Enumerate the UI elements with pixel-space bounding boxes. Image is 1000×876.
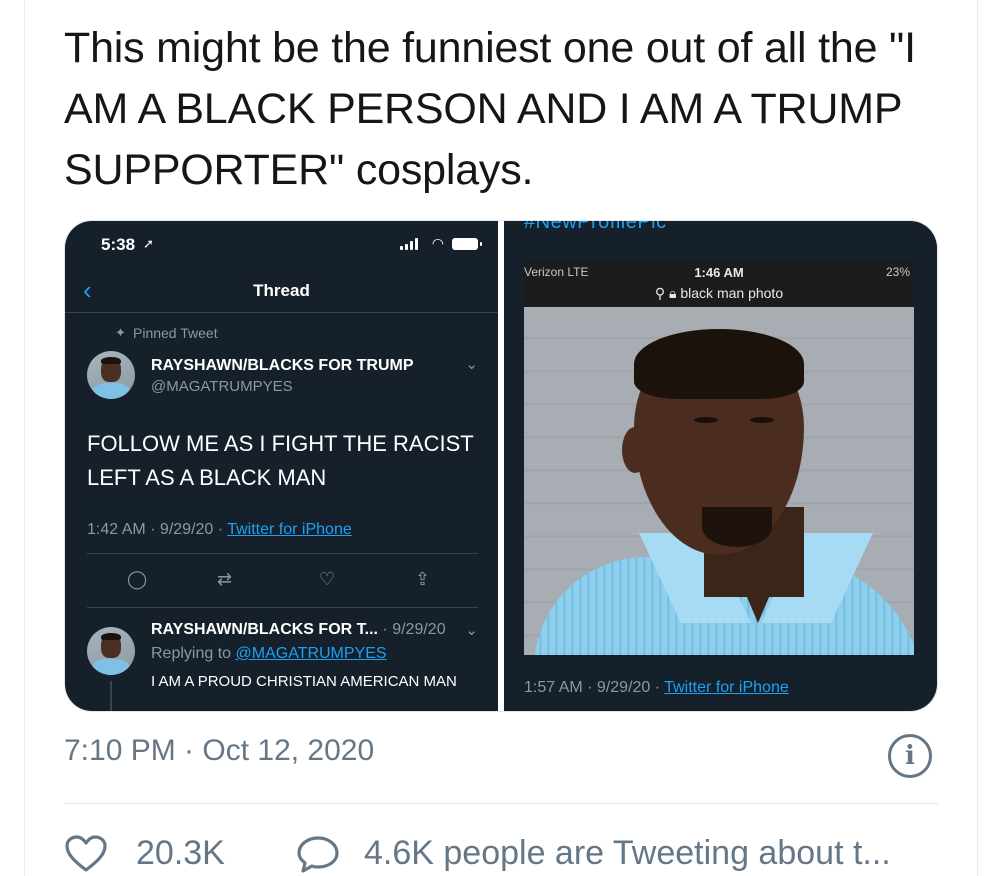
search-icon: ⚲ bbox=[654, 285, 666, 301]
replying-to-label: Replying to bbox=[151, 645, 236, 662]
url-text: black man photo bbox=[680, 285, 784, 301]
tweet-text: This might be the funniest one out of al… bbox=[64, 24, 916, 194]
like-count[interactable]: 20.3K bbox=[136, 834, 225, 873]
pinned-tweet-body: FOLLOW ME AS I FIGHT THE RACIST LEFT AS … bbox=[87, 431, 474, 490]
tweet-meta-time: 1:57 AM · 9/29/20 · bbox=[524, 679, 665, 696]
like-heart-icon[interactable]: ♡ bbox=[319, 569, 335, 590]
replying-to-handle[interactable]: @MAGATRUMPYES bbox=[236, 645, 387, 662]
phone-status-bar: Verizon LTE 1:46 AM 23% ⚲ 🔒︎ black man p… bbox=[524, 261, 914, 307]
battery-icon bbox=[452, 238, 482, 250]
signal-icon bbox=[400, 238, 422, 250]
phone-time: 1:46 AM bbox=[694, 265, 744, 280]
search-url: ⚲ 🔒︎ black man photo bbox=[524, 285, 914, 302]
replying-to: Replying to @MAGATRUMPYES bbox=[151, 645, 387, 663]
tweet-media[interactable]: 5:38 ➚ ◠ ‹ Thread ✦ Pinned Tweet RAYSHAW… bbox=[64, 220, 938, 712]
tweet-timestamp[interactable]: 7:10 PM · Oct 12, 2020 bbox=[64, 734, 374, 768]
nav-title: Thread bbox=[253, 281, 310, 300]
reply-body: I AM A PROUD CHRISTIAN AMERICAN MAN bbox=[151, 673, 457, 690]
reply-icon[interactable]: ◯ bbox=[127, 569, 147, 590]
retweet-icon[interactable]: ⇄ bbox=[217, 569, 232, 590]
wifi-icon: ◠ bbox=[431, 235, 444, 251]
divider bbox=[87, 553, 478, 554]
chevron-down-icon[interactable]: ⌄ bbox=[465, 355, 478, 373]
divider bbox=[64, 803, 938, 804]
profile-photo bbox=[524, 307, 914, 655]
media-image-left[interactable]: 5:38 ➚ ◠ ‹ Thread ✦ Pinned Tweet RAYSHAW… bbox=[65, 221, 498, 711]
hashtag-link[interactable]: #NewProfilePic bbox=[524, 221, 667, 234]
lock-icon: 🔒︎ bbox=[669, 285, 677, 301]
location-arrow-icon: ➚ bbox=[143, 236, 154, 251]
comment-bubble-icon[interactable] bbox=[296, 834, 340, 874]
tweet-meta-time: 1:42 AM · 9/29/20 · bbox=[87, 521, 228, 538]
status-time: 5:38 bbox=[101, 235, 136, 254]
author-handle[interactable]: @MAGATRUMPYES bbox=[151, 378, 293, 395]
chevron-down-icon[interactable]: ⌄ bbox=[465, 621, 478, 639]
divider bbox=[87, 607, 478, 608]
thread-nav-bar: ‹ Thread bbox=[65, 269, 498, 313]
reply-date: · 9/29/20 bbox=[377, 621, 446, 638]
avatar[interactable] bbox=[87, 351, 135, 399]
share-icon[interactable]: ⇪ bbox=[415, 569, 430, 590]
heart-icon[interactable] bbox=[64, 834, 108, 874]
tweet-source-link[interactable]: Twitter for iPhone bbox=[227, 521, 352, 538]
media-image-right[interactable]: #NewProfilePic Verizon LTE 1:46 AM 23% ⚲… bbox=[504, 221, 937, 711]
info-icon[interactable]: i bbox=[888, 734, 932, 778]
tweet-source-link[interactable]: Twitter for iPhone bbox=[664, 679, 789, 696]
author-name[interactable]: RAYSHAWN/BLACKS FOR TRUMP bbox=[151, 357, 414, 375]
status-bar: 5:38 ➚ ◠ bbox=[65, 221, 498, 269]
reply-author[interactable]: RAYSHAWN/BLACKS FOR T... · 9/29/20 bbox=[151, 621, 446, 639]
pinned-label: Pinned Tweet bbox=[133, 325, 218, 341]
thread-line bbox=[110, 681, 112, 711]
pin-icon: ✦ bbox=[115, 325, 126, 340]
tweet-meta: 1:57 AM · 9/29/20 · Twitter for iPhone bbox=[524, 679, 789, 697]
action-bar: ◯ ⇄ ♡ ⇪ bbox=[65, 561, 498, 601]
avatar[interactable] bbox=[87, 627, 135, 675]
battery-percent: 23% bbox=[885, 265, 910, 279]
reply-author-name[interactable]: RAYSHAWN/BLACKS FOR T... bbox=[151, 621, 378, 638]
people-tweeting-link[interactable]: 4.6K people are Tweeting about t... bbox=[364, 834, 891, 873]
tweet-meta: 1:42 AM · 9/29/20 · Twitter for iPhone bbox=[87, 521, 352, 539]
